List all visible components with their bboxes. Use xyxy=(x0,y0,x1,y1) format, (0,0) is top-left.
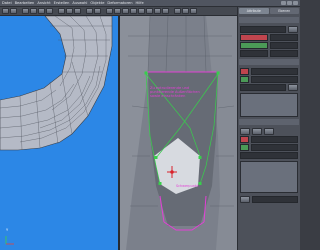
z-value-field[interactable] xyxy=(240,49,268,57)
cube-icon[interactable] xyxy=(106,8,113,14)
axis-y-icon[interactable] xyxy=(66,8,73,14)
maximize-icon[interactable] xyxy=(287,1,292,5)
panel-row xyxy=(238,49,300,57)
input-field[interactable] xyxy=(251,143,298,151)
section-header xyxy=(239,119,299,125)
annotation-text: Zu extrudierende und punktierende Außenf… xyxy=(150,86,200,99)
panel-row xyxy=(238,41,300,49)
input-field[interactable] xyxy=(251,135,298,143)
panel-button[interactable] xyxy=(252,127,262,135)
panel-button[interactable] xyxy=(288,83,298,91)
panel-row xyxy=(238,143,300,151)
tab-layers[interactable]: Ebenen xyxy=(269,8,299,14)
undo-icon[interactable] xyxy=(2,8,9,14)
panel-row xyxy=(238,25,300,33)
toolbar-separator xyxy=(102,8,105,14)
panel-button[interactable] xyxy=(288,25,298,33)
panel-tabs: Attribute Ebenen xyxy=(238,7,300,15)
section-header xyxy=(239,17,299,23)
minimize-icon[interactable] xyxy=(281,1,286,5)
input-field[interactable] xyxy=(251,67,298,75)
render-settings-icon[interactable] xyxy=(94,8,101,14)
preview-thumbnail xyxy=(240,161,298,193)
toolbar-separator xyxy=(18,8,21,14)
input-field[interactable] xyxy=(270,49,298,57)
axis-z-icon[interactable] xyxy=(74,8,81,14)
edges-mode-icon[interactable] xyxy=(182,8,189,14)
array-icon[interactable] xyxy=(130,8,137,14)
axis-x-icon[interactable] xyxy=(58,8,65,14)
panel-row xyxy=(238,33,300,41)
panel-row xyxy=(238,195,300,203)
move-tool-icon[interactable] xyxy=(30,8,37,14)
point-label: Schwerpunkt xyxy=(176,184,199,188)
scene-icon[interactable] xyxy=(146,8,153,14)
nurbs-icon[interactable] xyxy=(122,8,129,14)
preview-thumbnail xyxy=(240,93,298,117)
panel-row xyxy=(238,127,300,135)
axis-gizmo xyxy=(5,236,14,245)
select-tool-icon[interactable] xyxy=(22,8,29,14)
panel-row xyxy=(238,67,300,75)
color-swatch[interactable] xyxy=(240,75,249,83)
x-value-field[interactable] xyxy=(240,33,268,41)
toolbar xyxy=(0,7,237,16)
spline-icon[interactable] xyxy=(114,8,121,14)
menu-item-file[interactable]: Datei xyxy=(2,1,12,5)
color-swatch[interactable] xyxy=(240,67,249,75)
menu-item-help[interactable]: Hilfe xyxy=(135,1,143,5)
rotate-tool-icon[interactable] xyxy=(46,8,53,14)
toolbar-separator xyxy=(170,8,173,14)
menu-item-objects[interactable]: Objekte xyxy=(90,1,104,5)
menu-item-edit[interactable]: Bearbeiten xyxy=(15,1,35,5)
polygons-mode-icon[interactable] xyxy=(190,8,197,14)
input-field[interactable] xyxy=(270,41,298,49)
panel-button[interactable] xyxy=(240,195,250,203)
input-field[interactable] xyxy=(251,75,298,83)
toolbar-separator xyxy=(82,8,85,14)
y-value-field[interactable] xyxy=(240,41,268,49)
panel-row xyxy=(238,75,300,83)
annotation-line: sowie einschränken xyxy=(150,94,186,99)
mesh-wireframe-right xyxy=(120,16,237,250)
window-controls xyxy=(281,1,300,5)
redo-icon[interactable] xyxy=(10,8,17,14)
input-field[interactable] xyxy=(270,33,298,41)
attributes-panel: Attribute Ebenen xyxy=(237,7,300,250)
panel-row xyxy=(238,83,300,91)
toolbar-separator xyxy=(54,8,57,14)
light-icon[interactable] xyxy=(162,8,169,14)
panel-row xyxy=(238,135,300,143)
axis-label: Y xyxy=(6,228,9,232)
section-header xyxy=(239,59,299,65)
close-icon[interactable] xyxy=(293,1,298,5)
input-field[interactable] xyxy=(240,83,286,91)
menu-item-deformers[interactable]: Deformatoren xyxy=(107,1,132,5)
tab-attributes[interactable]: Attribute xyxy=(239,8,269,14)
input-field[interactable] xyxy=(252,195,298,203)
panel-row xyxy=(238,151,300,159)
scale-tool-icon[interactable] xyxy=(38,8,45,14)
menu-item-create[interactable]: Erstellen xyxy=(54,1,70,5)
render-icon[interactable] xyxy=(86,8,93,14)
mesh-wireframe-left xyxy=(0,16,113,245)
viewport-left[interactable]: Y xyxy=(0,16,120,250)
panel-button[interactable] xyxy=(240,127,250,135)
menu-bar: Datei Bearbeiten Ansicht Erstellen Auswa… xyxy=(0,0,300,7)
deformer-icon[interactable] xyxy=(138,8,145,14)
menu-item-view[interactable]: Ansicht xyxy=(37,1,50,5)
panel-button[interactable] xyxy=(264,127,274,135)
menu-item-selection[interactable]: Auswahl xyxy=(72,1,87,5)
camera-icon[interactable] xyxy=(154,8,161,14)
input-field[interactable] xyxy=(240,25,286,33)
input-field[interactable] xyxy=(240,151,298,159)
color-swatch[interactable] xyxy=(240,135,249,143)
viewport-right[interactable]: Zu extrudierende und punktierende Außenf… xyxy=(120,16,237,250)
points-mode-icon[interactable] xyxy=(174,8,181,14)
color-swatch[interactable] xyxy=(240,143,249,151)
